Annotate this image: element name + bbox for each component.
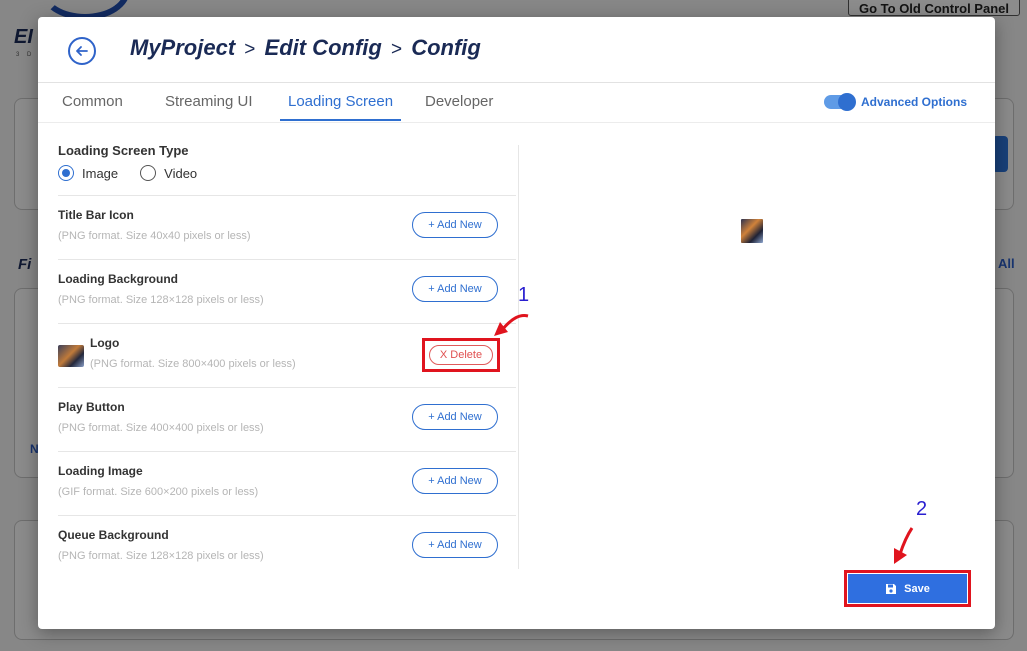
tab-loading-screen[interactable]: Loading Screen: [280, 93, 402, 121]
item-desc: (PNG format. Size 800×400 pixels or less…: [90, 358, 296, 370]
annotation-step-2: 2: [916, 498, 928, 520]
breadcrumb-project[interactable]: MyProject: [130, 35, 235, 60]
add-new-button[interactable]: + Add New: [412, 468, 498, 494]
item-desc: (PNG format. Size 400×400 pixels or less…: [58, 422, 264, 434]
breadcrumb-separator: >: [390, 39, 403, 60]
setting-loading-background: Loading Background (PNG format. Size 128…: [58, 259, 516, 323]
setting-logo: Logo (PNG format. Size 800×400 pixels or…: [58, 323, 516, 387]
advanced-options-toggle[interactable]: [824, 93, 856, 111]
advanced-options-label: Advanced Options: [861, 95, 968, 109]
tab-bar: Common Streaming UI Loading Screen Devel…: [38, 83, 995, 123]
column-divider: [518, 145, 519, 569]
loading-screen-type-options: Image Video: [58, 165, 219, 181]
radio-video-label[interactable]: Video: [164, 166, 197, 181]
add-new-button[interactable]: + Add New: [412, 212, 498, 238]
item-name: Play Button: [58, 400, 125, 414]
breadcrumb-separator: >: [244, 39, 256, 60]
add-new-button[interactable]: + Add New: [412, 404, 498, 430]
logo-preview-image: [741, 219, 763, 243]
item-name: Queue Background: [58, 528, 169, 542]
modal-header: MyProject > Edit Config > Config: [38, 17, 995, 83]
annotation-arrow-2: [894, 527, 914, 564]
item-desc: (PNG format. Size 128×128 pixels or less…: [58, 294, 264, 306]
delete-button[interactable]: X Delete: [429, 345, 493, 365]
annotation-step-1: 1: [518, 284, 530, 306]
item-name: Logo: [90, 336, 120, 350]
annotation-arrow-1: [494, 314, 529, 336]
setting-loading-image: Loading Image (GIF format. Size 600×200 …: [58, 451, 516, 515]
delete-highlight: X Delete: [422, 338, 500, 372]
item-desc: (PNG format. Size 128×128 pixels or less…: [58, 550, 264, 562]
floppy-disk-icon: [886, 583, 897, 594]
add-new-button[interactable]: + Add New: [412, 532, 498, 558]
tab-developer[interactable]: Developer: [425, 93, 493, 119]
breadcrumb-config: Config: [411, 35, 481, 60]
item-desc: (GIF format. Size 600×200 pixels or less…: [58, 486, 259, 498]
breadcrumb-edit-config[interactable]: Edit Config: [265, 35, 382, 60]
radio-image-label[interactable]: Image: [82, 166, 118, 181]
item-name: Title Bar Icon: [58, 208, 134, 222]
tab-streaming-ui[interactable]: Streaming UI: [165, 93, 253, 119]
item-name: Loading Image: [58, 464, 143, 478]
back-button[interactable]: [68, 37, 96, 65]
add-new-button[interactable]: + Add New: [412, 276, 498, 302]
logo-thumbnail: [58, 345, 84, 367]
radio-image[interactable]: [58, 165, 74, 181]
save-label: Save: [904, 582, 930, 595]
setting-title-bar-icon: Title Bar Icon (PNG format. Size 40x40 p…: [58, 195, 516, 259]
tab-common[interactable]: Common: [62, 93, 123, 119]
loading-screen-settings: Loading Screen Type Image Video Title Ba…: [58, 123, 516, 569]
item-name: Loading Background: [58, 272, 178, 286]
save-highlight: Save: [844, 570, 971, 607]
arrow-left-icon: [76, 46, 88, 56]
setting-queue-background: Queue Background (PNG format. Size 128×1…: [58, 515, 516, 579]
save-button[interactable]: Save: [848, 574, 967, 603]
setting-play-button: Play Button (PNG format. Size 400×400 pi…: [58, 387, 516, 451]
loading-screen-type-title: Loading Screen Type: [58, 143, 189, 158]
breadcrumb: MyProject > Edit Config > Config: [130, 35, 481, 61]
radio-video[interactable]: [140, 165, 157, 181]
toggle-knob: [838, 93, 856, 111]
item-desc: (PNG format. Size 40x40 pixels or less): [58, 230, 251, 242]
